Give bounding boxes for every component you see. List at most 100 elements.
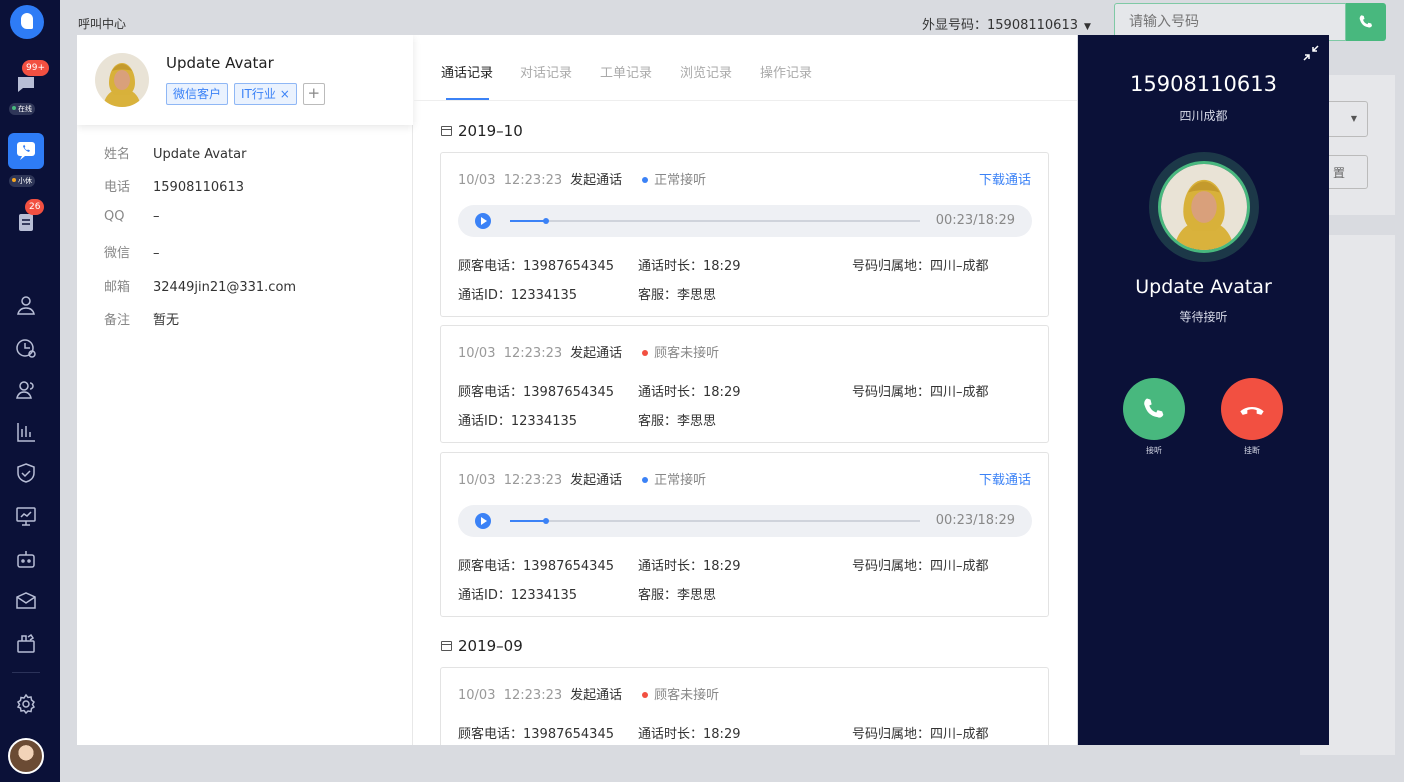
download-call-link[interactable]: 下载通话 [979, 469, 1031, 488]
audio-progress-handle[interactable] [542, 518, 549, 524]
user-avatar[interactable] [8, 738, 44, 774]
add-tag-button[interactable]: + [302, 83, 325, 105]
tab-chat-records[interactable]: 对话记录 [520, 62, 572, 81]
download-call-link[interactable]: 下载通话 [979, 169, 1031, 188]
tag-wechat-customer[interactable]: 微信客户 [166, 83, 229, 105]
clock-chart-icon[interactable] [14, 336, 38, 360]
audio-player: 00:23/18:29 [458, 205, 1032, 237]
mailbox-icon[interactable] [14, 589, 38, 613]
info-row-email: 邮箱 32449jin21@331.com [104, 276, 296, 295]
agent-label: 客服： [638, 288, 678, 303]
record-header: 10/03 12:23:23 发起通话 正常接听 [458, 469, 706, 488]
number-location: 号码归属地：四川–成都 [852, 381, 989, 400]
settings-icon[interactable] [14, 692, 38, 716]
number-location-value: 四川–成都 [930, 727, 989, 742]
answer-label: 接听 [1146, 446, 1162, 455]
record-tabs: 通话记录 对话记录 工单记录 浏览记录 操作记录 [414, 35, 1077, 101]
info-label: 电话 [104, 180, 131, 195]
audio-progress-handle[interactable] [542, 218, 549, 224]
status-dot [642, 177, 649, 183]
break-dot [12, 178, 16, 182]
record-header: 10/03 12:23:23 发起通话 顾客未接听 [458, 684, 719, 703]
collapse-icon[interactable] [1303, 45, 1319, 61]
agent: 客服：李思思 [638, 284, 716, 303]
customer-phone: 顾客电话：13987654345 [458, 255, 614, 274]
call-id: 通话ID：12334135 [458, 284, 577, 303]
info-label: QQ [104, 209, 125, 224]
audio-progress-track[interactable] [510, 218, 920, 224]
tag-it-industry[interactable]: IT行业 × [234, 83, 297, 105]
agent: 客服：李思思 [638, 584, 716, 603]
user-icon[interactable] [14, 293, 38, 317]
record-status: 正常接听 [642, 173, 706, 188]
break-status[interactable]: 小休 [9, 175, 35, 187]
info-value: Update Avatar [153, 147, 247, 162]
call-duration-value: 18:29 [703, 559, 741, 574]
online-dot [12, 106, 16, 110]
info-value: – [153, 209, 160, 224]
chevron-down-icon: ▼ [1084, 22, 1091, 32]
nav-rail: 99+ 在线 小休 26 [0, 0, 60, 782]
info-row-name: 姓名 Update Avatar [104, 143, 246, 162]
close-icon[interactable]: × [280, 87, 290, 101]
tickets-badge: 26 [25, 199, 45, 215]
call-id: 通话ID：12334135 [458, 410, 577, 429]
caller-id-select[interactable]: 外显号码：15908110613 ▼ [922, 14, 1091, 33]
customer-phone: 顾客电话：13987654345 [458, 555, 614, 574]
customer-detail-modal: Update Avatar 微信客户 IT行业 × + 姓名 Update Ava… [77, 35, 1077, 745]
robot-icon[interactable] [14, 547, 38, 571]
customer-phone-label: 顾客电话： [458, 385, 524, 400]
dial-button[interactable] [1346, 3, 1386, 41]
info-label: 姓名 [104, 147, 131, 162]
answer-button[interactable] [1123, 378, 1185, 440]
info-label: 微信 [104, 246, 131, 261]
online-status[interactable]: 在线 [9, 103, 35, 115]
info-value: 暂无 [153, 313, 180, 328]
customer-phone-value: 13987654345 [523, 259, 614, 274]
call-id-label: 通话ID： [458, 588, 511, 603]
tab-call-records[interactable]: 通话记录 [441, 62, 493, 81]
play-icon[interactable] [475, 513, 491, 529]
call-record: 10/03 12:23:23 发起通话 顾客未接听 顾客电话：13987654345… [440, 325, 1049, 443]
record-status-label: 顾客未接听 [654, 688, 720, 703]
monitor-icon[interactable] [14, 504, 38, 528]
month-header: 2019–09 [441, 637, 523, 655]
audio-time: 00:23/18:29 [935, 213, 1015, 228]
active-tab-indicator [446, 98, 489, 100]
customer-phone-value: 13987654345 [523, 559, 614, 574]
record-status: 顾客未接听 [642, 346, 719, 361]
record-time: 12:23:23 [503, 473, 563, 488]
agent-value: 李思思 [677, 288, 717, 303]
call-duration-label: 通话时长： [638, 385, 704, 400]
contacts-icon[interactable] [14, 378, 38, 402]
tab-operation-records[interactable]: 操作记录 [760, 62, 812, 81]
number-location-value: 四川–成都 [930, 559, 989, 574]
profile-card: Update Avatar 微信客户 IT行业 × + [77, 35, 413, 125]
customer-phone-label: 顾客电话： [458, 259, 524, 274]
caller-id-label: 外显号码： [922, 18, 988, 33]
tab-ticket-records[interactable]: 工单记录 [600, 62, 652, 81]
record-date: 10/03 [458, 473, 496, 488]
play-icon[interactable] [475, 213, 491, 229]
calendar-icon [441, 641, 452, 651]
call-duration-value: 18:29 [703, 259, 741, 274]
bar-chart-icon[interactable] [14, 420, 38, 444]
record-status-label: 正常接听 [654, 473, 707, 488]
call-duration-label: 通话时长： [638, 727, 704, 742]
call-duration: 通话时长：18:29 [638, 723, 740, 742]
number-location-label: 号码归属地： [852, 559, 931, 574]
month-label: 2019–09 [458, 637, 523, 655]
incoming-call-panel: 15908110613 四川成都 Update Avatar 等待接听 接听 挂… [1078, 35, 1329, 745]
apps-icon[interactable] [14, 631, 38, 655]
audio-progress-track[interactable] [510, 518, 920, 524]
shield-icon[interactable] [14, 461, 38, 485]
select-caret-icon: ▼ [1350, 114, 1357, 123]
number-location-label: 号码归属地： [852, 727, 931, 742]
call-center-nav-button[interactable] [8, 133, 44, 169]
agent-label: 客服： [638, 414, 678, 429]
tab-browse-records[interactable]: 浏览记录 [680, 62, 732, 81]
messages-badge: 99+ [22, 60, 49, 76]
record-status: 正常接听 [642, 473, 706, 488]
hangup-button[interactable] [1221, 378, 1283, 440]
record-action: 发起通话 [570, 473, 623, 488]
